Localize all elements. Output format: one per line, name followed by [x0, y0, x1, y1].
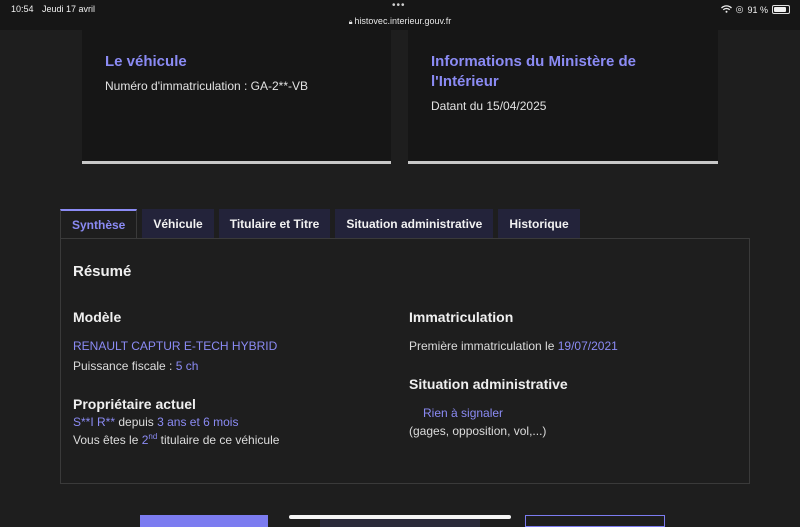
admin-heading: Situation administrative: [409, 376, 568, 392]
registration-heading: Immatriculation: [409, 309, 514, 325]
vehicle-card: Le véhicule Numéro d'immatriculation : G…: [82, 30, 391, 164]
admin-details: (gages, opposition, vol,...): [409, 424, 547, 438]
tab-bar: Synthèse Véhicule Titulaire et Titre Sit…: [60, 209, 580, 239]
tab-titulaire[interactable]: Titulaire et Titre: [218, 209, 331, 238]
owner-line: S**I R** depuis 3 ans et 6 mois: [73, 415, 238, 429]
url-text: histovec.interieur.gouv.fr: [354, 16, 452, 26]
owner-duration: 3 ans et 6 mois: [157, 415, 239, 429]
fiscal-power-value: 5 ch: [175, 359, 199, 373]
first-registration: Première immatriculation le 19/07/2021: [409, 339, 618, 353]
fiscal-power: Puissance fiscale : 5 ch: [73, 359, 198, 373]
tab-vehicule[interactable]: Véhicule: [142, 209, 214, 238]
browser-status-bar: 10:54 Jeudi 17 avril ••• 🔒︎ histovec.inte…: [0, 0, 800, 30]
model-name: RENAULT CAPTUR E-TECH HYBRID: [73, 339, 278, 353]
battery-icon: [772, 5, 790, 14]
ministry-card-title: Informations du Ministère de l'Intérieur: [431, 53, 637, 90]
owner-rank-rest: titulaire de ce véhicule: [160, 433, 280, 447]
primary-action-button[interactable]: [140, 515, 268, 527]
summary-title: Résumé: [73, 263, 132, 280]
model-heading: Modèle: [73, 309, 122, 325]
owner-rank-number: 2nd: [142, 432, 158, 447]
ministry-date: Datant du 15/04/2025: [431, 99, 547, 113]
owner-name: S**I R**: [73, 415, 116, 429]
battery-percent: 91 %: [747, 4, 768, 15]
tab-situation[interactable]: Situation administrative: [335, 209, 494, 238]
owner-rank-suffix: nd: [148, 432, 158, 441]
more-dots-icon[interactable]: •••: [392, 0, 406, 11]
admin-status: Rien à signaler: [423, 406, 504, 420]
fiscal-power-label: Puissance fiscale :: [73, 359, 173, 373]
wifi-icon: [720, 4, 732, 15]
clock: 10:54: [11, 4, 34, 14]
orientation-lock-icon: ◎: [735, 4, 744, 14]
plate-text: Numéro d'immatriculation : GA-2**-VB: [105, 79, 309, 93]
owner-heading: Propriétaire actuel: [73, 396, 196, 412]
tab-historique[interactable]: Historique: [498, 209, 580, 238]
owner-since-label: depuis: [118, 415, 154, 429]
home-indicator[interactable]: [289, 515, 511, 519]
ministry-card: Informations du Ministère de l'Intérieur…: [408, 30, 718, 164]
summary-panel: Résumé Modèle RENAULT CAPTUR E-TECH HYBR…: [60, 238, 750, 484]
tab-synthese[interactable]: Synthèse: [60, 209, 138, 239]
owner-rank: Vous êtes le 2nd titulaire de ce véhicul…: [73, 432, 279, 447]
first-registration-label: Première immatriculation le: [409, 339, 555, 353]
first-registration-date: 19/07/2021: [557, 339, 618, 353]
date: Jeudi 17 avril: [42, 4, 96, 14]
lock-icon: 🔒︎: [348, 19, 353, 26]
vehicle-card-title: Le véhicule: [105, 53, 187, 70]
outline-action-button[interactable]: [525, 515, 665, 527]
owner-rank-prefix: Vous êtes le: [73, 433, 139, 447]
status-icons: ◎ 91 %: [720, 4, 790, 15]
address-bar[interactable]: 🔒︎ histovec.interieur.gouv.fr: [0, 16, 800, 27]
